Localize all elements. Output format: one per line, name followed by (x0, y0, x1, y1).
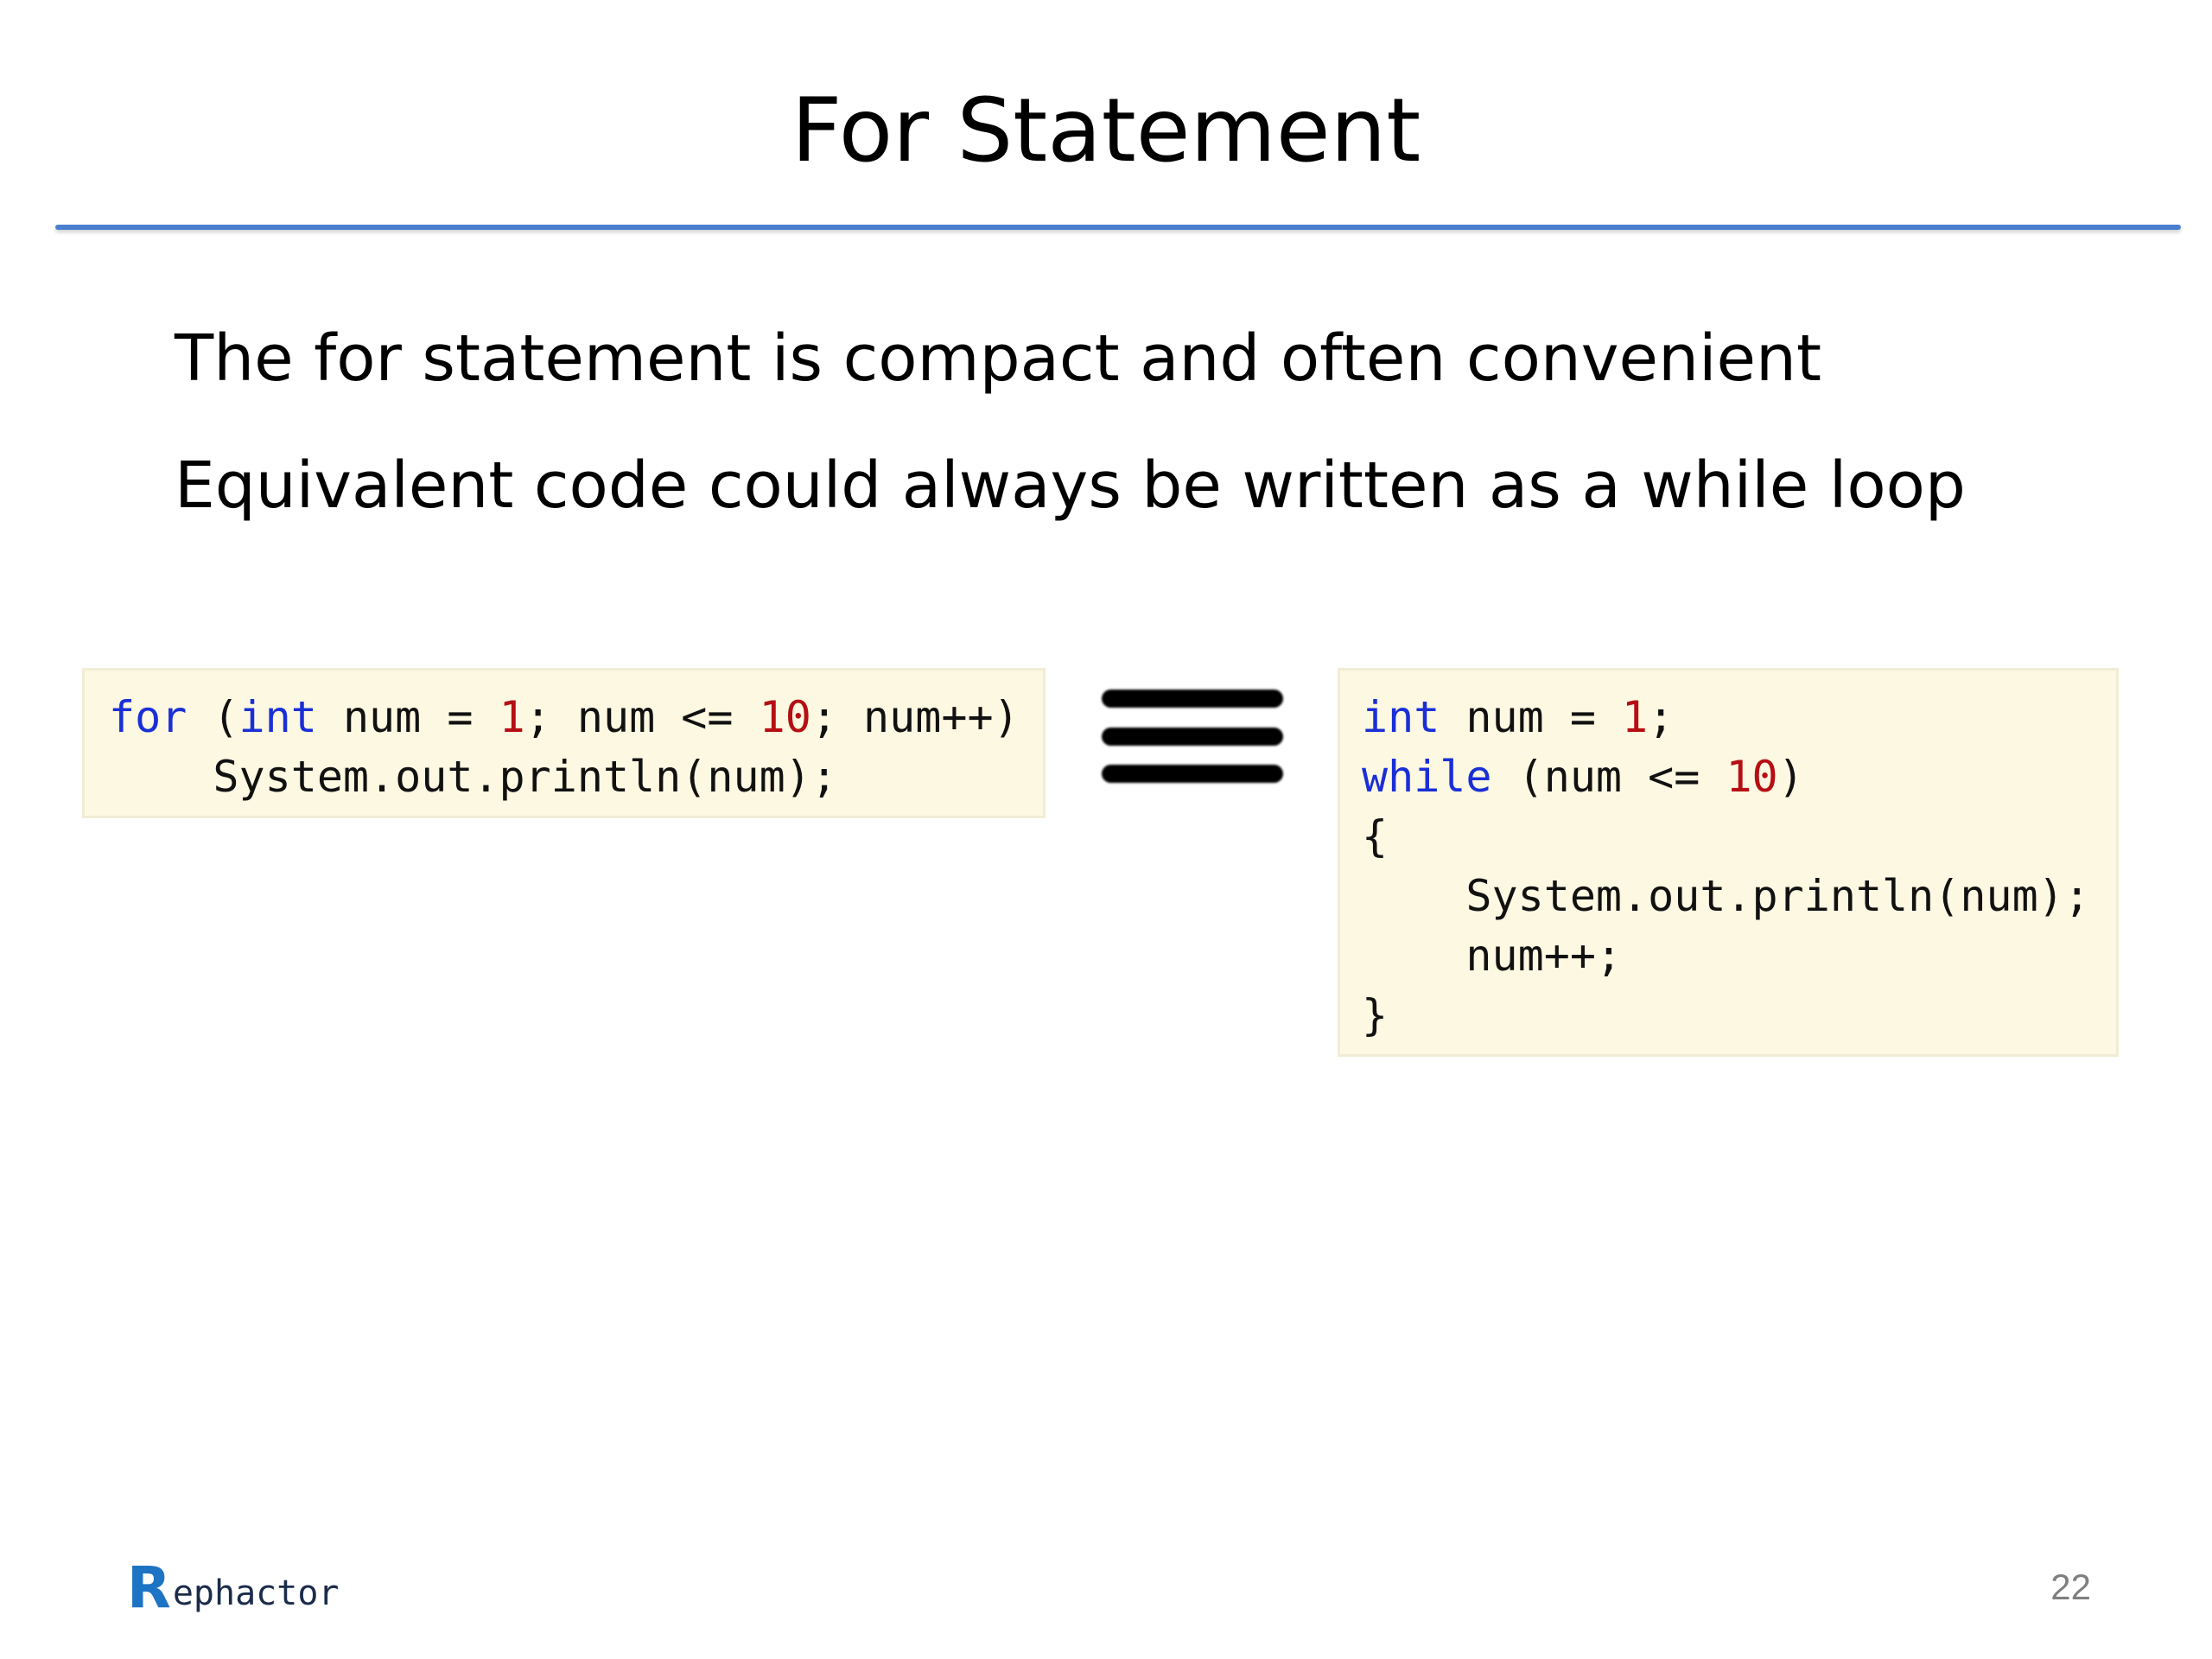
page-number: 22 (2050, 1567, 2091, 1607)
code-number: 1 (1622, 692, 1649, 742)
code-token: ; num <= (524, 692, 760, 742)
code-token: ( (187, 692, 239, 742)
code-token: ) (1777, 752, 1804, 802)
slide-title: For Statement (791, 79, 1421, 182)
identical-to-icon (1102, 690, 1283, 785)
code-line: for (int num = 1; num <= 10; num++) (109, 692, 1020, 742)
code-token: num++; (1362, 931, 1623, 981)
code-token: (num <= (1491, 752, 1726, 802)
equiv-bar (1102, 728, 1283, 746)
code-token: ; (1648, 692, 1675, 742)
code-token: ; num++) (810, 692, 1020, 742)
code-line: while (num <= 10) (1362, 752, 1804, 802)
code-keyword: while (1362, 752, 1492, 802)
code-line: System.out.println(num); (1362, 871, 2090, 921)
code-token: num = (1440, 692, 1623, 742)
title-divider (55, 225, 2181, 230)
code-keyword: for (109, 692, 188, 742)
equiv-bar (1102, 765, 1283, 783)
code-line: System.out.println(num); (109, 752, 837, 802)
equiv-bar (1102, 690, 1283, 708)
logo-initial: R (127, 1554, 171, 1621)
code-token: num = (316, 692, 499, 742)
code-keyword: int (1362, 692, 1440, 742)
bullet-text: The for statement is compact and often c… (175, 321, 1821, 396)
code-line: } (1362, 990, 1388, 1040)
for-loop-code-block: for (int num = 1; num <= 10; num++) Syst… (82, 668, 1046, 818)
code-text: int num = 1; while (num <= 10) { System.… (1340, 671, 2116, 1046)
code-line: int num = 1; (1362, 692, 1674, 742)
code-line: num++; (1362, 931, 1622, 981)
code-text: for (int num = 1; num <= 10; num++) Syst… (85, 671, 1043, 807)
code-token: } (1362, 990, 1389, 1040)
code-number: 10 (759, 692, 811, 742)
code-keyword: int (238, 692, 317, 742)
code-line: { (1362, 811, 1388, 861)
code-token: { (1362, 811, 1389, 861)
bullet-text: Equivalent code could always be written … (175, 448, 1966, 523)
rephactor-logo: R ephactor (127, 1554, 340, 1621)
code-number: 10 (1726, 752, 1778, 802)
logo-text: ephactor (172, 1573, 340, 1613)
code-token: System.out.println(num); (109, 752, 837, 802)
code-number: 1 (499, 692, 525, 742)
while-loop-code-block: int num = 1; while (num <= 10) { System.… (1338, 668, 2119, 1057)
code-token: System.out.println(num); (1362, 871, 2090, 921)
